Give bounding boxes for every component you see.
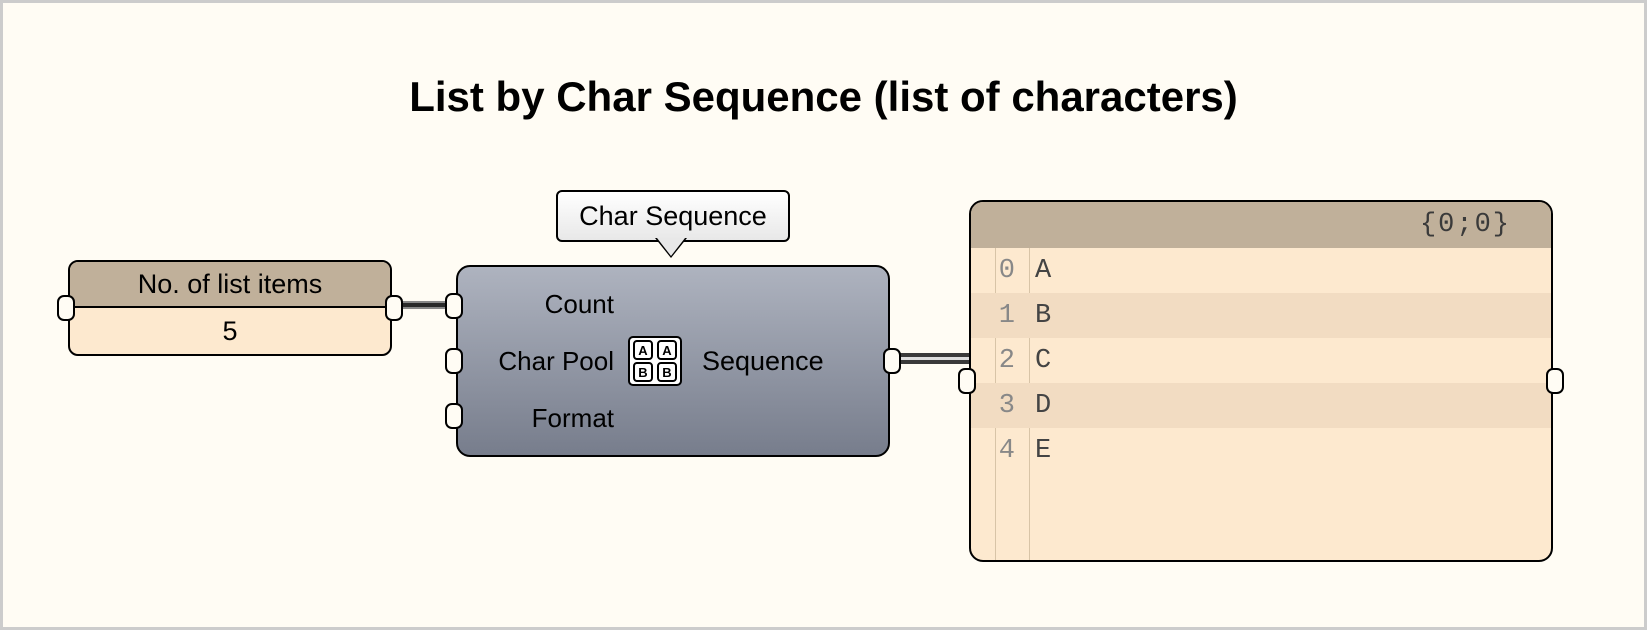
row-index: 1 <box>971 301 1023 331</box>
row-value: A <box>1023 256 1051 286</box>
grip[interactable] <box>883 348 901 374</box>
number-panel[interactable]: No. of list items 5 <box>68 260 392 356</box>
grip[interactable] <box>57 295 75 321</box>
output-panel-path: {0;0} <box>971 202 1551 248</box>
output-rows: 0 A 1 B 2 C 3 D 4 E <box>971 248 1551 473</box>
component-outputs: Sequence <box>692 267 888 455</box>
svg-text:A: A <box>662 343 672 358</box>
component-inputs: Count Char Pool Format <box>458 267 618 455</box>
output-row: 2 C <box>971 338 1551 383</box>
grip[interactable] <box>1546 368 1564 394</box>
row-index: 3 <box>971 391 1023 421</box>
output-row: 0 A <box>971 248 1551 293</box>
row-value: D <box>1023 391 1051 421</box>
row-index: 4 <box>971 436 1023 466</box>
number-panel-title: No. of list items <box>70 262 390 308</box>
svg-text:B: B <box>662 365 671 380</box>
output-sequence[interactable]: Sequence <box>702 346 824 377</box>
char-sequence-icon: A A B B <box>628 336 682 386</box>
tooltip-arrow <box>657 238 685 256</box>
row-value: E <box>1023 436 1051 466</box>
svg-text:A: A <box>638 343 648 358</box>
output-row: 1 B <box>971 293 1551 338</box>
diagram-title: List by Char Sequence (list of character… <box>3 73 1644 121</box>
input-char-pool[interactable]: Char Pool <box>498 348 614 374</box>
char-sequence-component[interactable]: Count Char Pool Format A A B B Sequence <box>456 265 890 457</box>
row-index: 2 <box>971 346 1023 376</box>
component-icon-wrap: A A B B <box>618 267 692 455</box>
number-panel-value[interactable]: 5 <box>70 308 390 354</box>
grip[interactable] <box>445 293 463 319</box>
row-value: C <box>1023 346 1051 376</box>
output-row: 3 D <box>971 383 1551 428</box>
svg-text:B: B <box>638 365 647 380</box>
output-row: 4 E <box>971 428 1551 473</box>
grip[interactable] <box>385 295 403 321</box>
component-tooltip: Char Sequence <box>556 190 790 242</box>
row-value: B <box>1023 301 1051 331</box>
input-format[interactable]: Format <box>532 405 614 431</box>
grip[interactable] <box>958 368 976 394</box>
grip[interactable] <box>445 403 463 429</box>
output-panel[interactable]: {0;0} 0 A 1 B 2 C 3 D 4 E <box>969 200 1553 562</box>
grip[interactable] <box>445 348 463 374</box>
diagram-canvas: List by Char Sequence (list of character… <box>0 0 1647 630</box>
row-index: 0 <box>971 256 1023 286</box>
input-count[interactable]: Count <box>545 291 614 317</box>
